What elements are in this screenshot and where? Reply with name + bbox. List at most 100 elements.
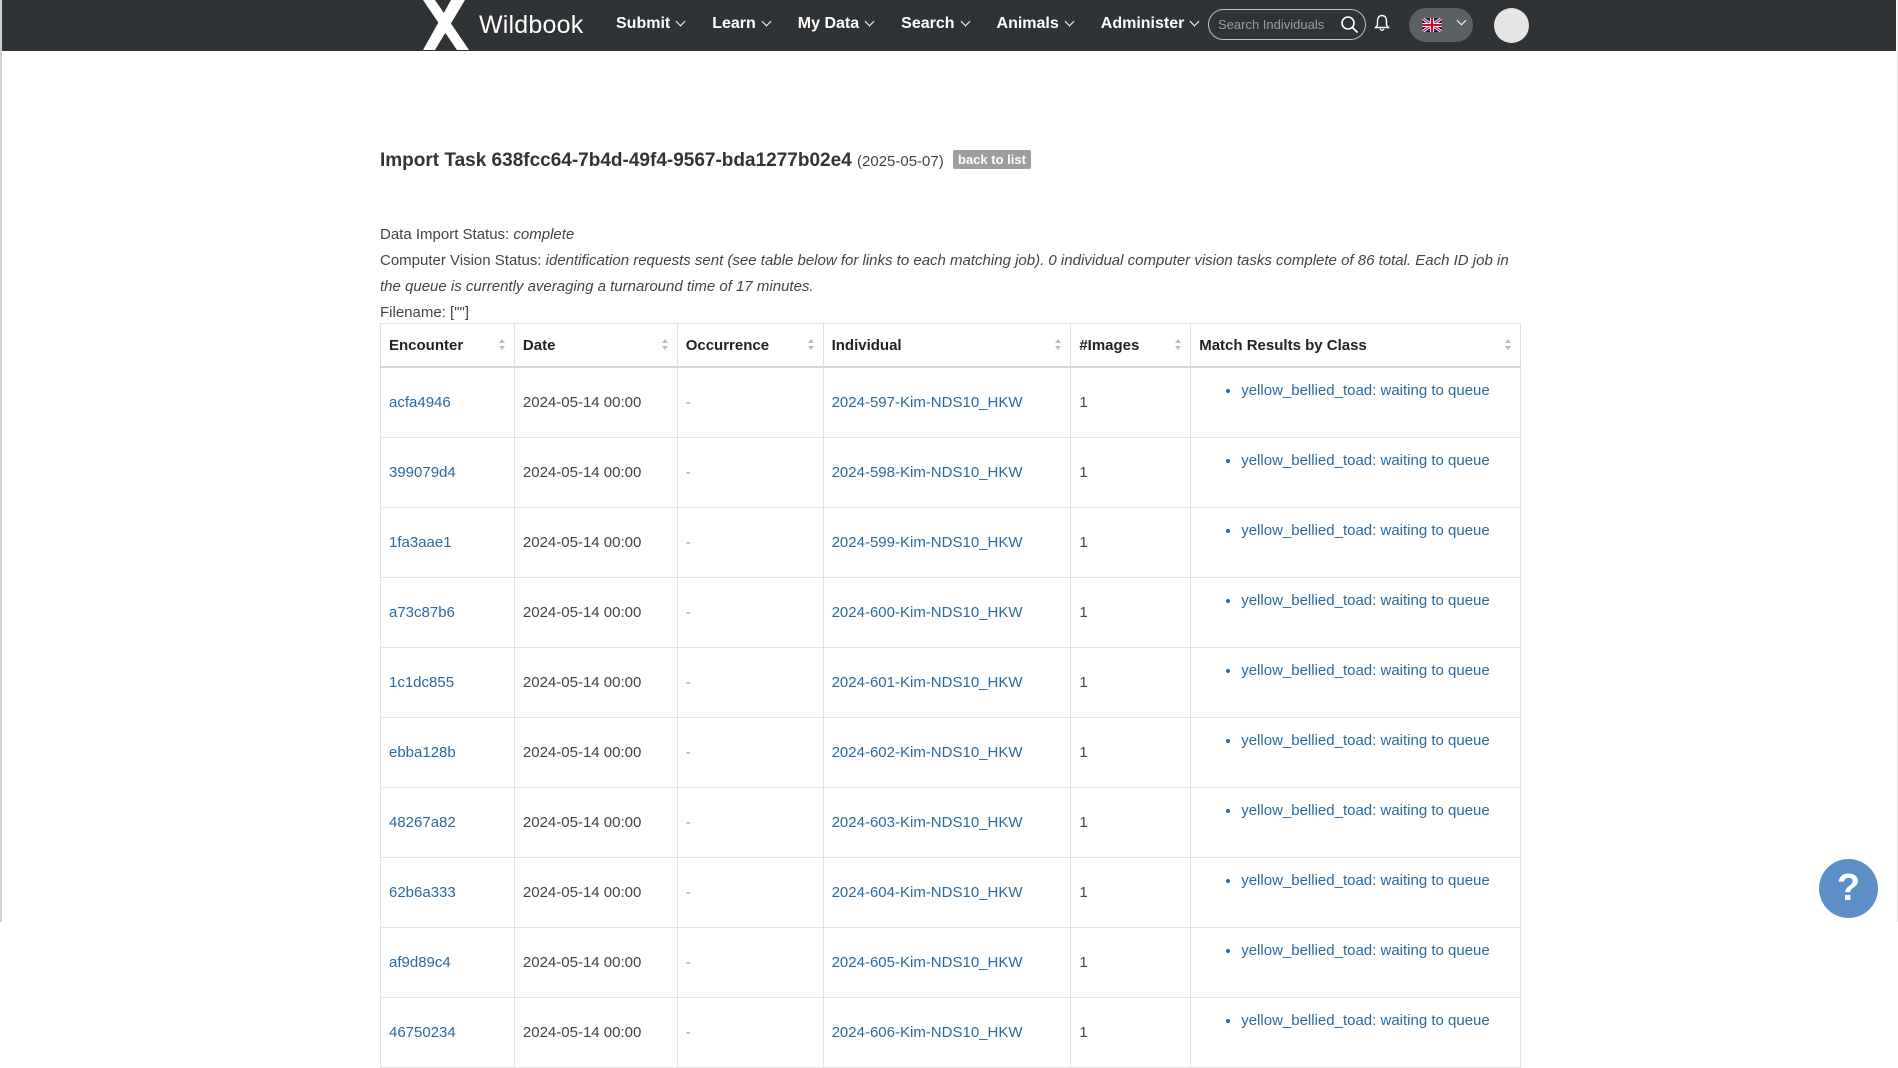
search-icon[interactable] bbox=[1340, 15, 1359, 34]
col-occurrence-label: Occurrence bbox=[685, 336, 770, 354]
sort-icon bbox=[1175, 339, 1182, 351]
chevron-down-icon bbox=[864, 16, 875, 27]
date-cell: 2024-05-14 00:00 bbox=[513, 366, 678, 438]
match-result-link[interactable]: yellow_bellied_toad: waiting to queue bbox=[1241, 942, 1490, 959]
occurrence-cell: - bbox=[676, 647, 824, 718]
individual-link[interactable]: 2024-604-Kim-NDS10_HKW bbox=[832, 884, 1023, 901]
individual-link[interactable]: 2024-603-Kim-NDS10_HKW bbox=[832, 814, 1023, 831]
encounter-link[interactable]: af9d89c4 bbox=[389, 954, 451, 971]
menu-learn[interactable]: Learn bbox=[712, 15, 772, 33]
table-row: af9d89c4 2024-05-14 00:00 - 2024-605-Kim… bbox=[380, 927, 1521, 998]
date-cell: 2024-05-14 00:00 bbox=[513, 927, 678, 998]
table-row: ebba128b 2024-05-14 00:00 - 2024-602-Kim… bbox=[380, 717, 1521, 788]
chevron-down-icon bbox=[960, 16, 970, 27]
images-count-cell: 1 bbox=[1070, 927, 1192, 998]
filename-label: Filename: bbox=[380, 304, 446, 321]
images-count-cell: 1 bbox=[1070, 437, 1192, 508]
individual-link[interactable]: 2024-600-Kim-NDS10_HKW bbox=[832, 604, 1023, 621]
sort-icon bbox=[1505, 339, 1512, 351]
date-cell: 2024-05-14 00:00 bbox=[513, 857, 678, 928]
data-import-status-value: complete bbox=[513, 226, 575, 243]
match-result-link[interactable]: yellow_bellied_toad: waiting to queue bbox=[1241, 1012, 1490, 1029]
individual-link[interactable]: 2024-602-Kim-NDS10_HKW bbox=[832, 744, 1023, 761]
encounter-link[interactable]: ebba128b bbox=[389, 744, 456, 761]
brand-logo[interactable]: Wildbook bbox=[421, 0, 583, 50]
encounter-link[interactable]: 1c1dc855 bbox=[389, 674, 454, 691]
menu-animals-label: Animals bbox=[996, 15, 1059, 32]
images-count-cell: 1 bbox=[1070, 787, 1192, 858]
back-to-list-button[interactable]: back to list bbox=[953, 150, 1031, 169]
table-row: 48267a82 2024-05-14 00:00 - 2024-603-Kim… bbox=[380, 787, 1521, 858]
match-result-link[interactable]: yellow_bellied_toad: waiting to queue bbox=[1241, 732, 1490, 749]
data-import-status-label: Data Import Status: bbox=[380, 226, 510, 243]
images-count-cell: 1 bbox=[1070, 366, 1192, 438]
chevron-down-icon bbox=[1456, 15, 1467, 26]
col-encounter[interactable]: Encounter bbox=[380, 323, 515, 368]
encounter-link[interactable]: 48267a82 bbox=[389, 814, 456, 831]
individual-link[interactable]: 2024-597-Kim-NDS10_HKW bbox=[832, 394, 1023, 411]
menu-search-label: Search bbox=[901, 15, 955, 32]
chevron-down-icon bbox=[1064, 16, 1075, 27]
menu-search[interactable]: Search bbox=[901, 15, 970, 33]
import-task-title: Import Task 638fcc64-7b4d-49f4-9567-bda1… bbox=[380, 150, 852, 171]
match-result-link[interactable]: yellow_bellied_toad: waiting to queue bbox=[1241, 802, 1490, 819]
date-cell: 2024-05-14 00:00 bbox=[513, 647, 678, 718]
match-result-link[interactable]: yellow_bellied_toad: waiting to queue bbox=[1241, 522, 1490, 539]
sort-icon bbox=[807, 339, 815, 351]
table-row: acfa4946 2024-05-14 00:00 - 2024-597-Kim… bbox=[380, 366, 1521, 438]
table-row: 399079d4 2024-05-14 00:00 - 2024-598-Kim… bbox=[380, 437, 1521, 508]
date-cell: 2024-05-14 00:00 bbox=[513, 997, 678, 1068]
menu-my-data[interactable]: My Data bbox=[797, 15, 875, 33]
window-border-left bbox=[0, 0, 2, 922]
user-avatar[interactable] bbox=[1494, 8, 1529, 43]
match-result-link[interactable]: yellow_bellied_toad: waiting to queue bbox=[1241, 592, 1490, 609]
menu-submit-label: Submit bbox=[616, 15, 671, 32]
menu-administer[interactable]: Administer bbox=[1101, 15, 1200, 33]
individual-link[interactable]: 2024-606-Kim-NDS10_HKW bbox=[832, 1024, 1023, 1041]
col-match-results[interactable]: Match Results by Class bbox=[1190, 323, 1521, 368]
individual-link[interactable]: 2024-599-Kim-NDS10_HKW bbox=[832, 534, 1023, 551]
table-header-row: Encounter Date Occurrence Individual #Im… bbox=[380, 323, 1521, 368]
encounter-link[interactable]: acfa4946 bbox=[389, 394, 451, 411]
match-result-link[interactable]: yellow_bellied_toad: waiting to queue bbox=[1241, 662, 1490, 679]
images-count-cell: 1 bbox=[1070, 857, 1192, 928]
computer-vision-status: Computer Vision Status: identification r… bbox=[380, 248, 1520, 300]
images-count-cell: 1 bbox=[1070, 997, 1192, 1068]
table-row: 62b6a333 2024-05-14 00:00 - 2024-604-Kim… bbox=[380, 857, 1521, 928]
individual-link[interactable]: 2024-601-Kim-NDS10_HKW bbox=[832, 674, 1023, 691]
chevron-down-icon bbox=[761, 16, 772, 27]
individual-link[interactable]: 2024-598-Kim-NDS10_HKW bbox=[832, 464, 1023, 481]
occurrence-cell: - bbox=[676, 437, 824, 508]
search-input[interactable] bbox=[1218, 15, 1338, 34]
help-button[interactable]: ? bbox=[1819, 859, 1878, 918]
date-cell: 2024-05-14 00:00 bbox=[513, 787, 678, 858]
encounter-link[interactable]: 46750234 bbox=[389, 1024, 456, 1041]
table-row: 1c1dc855 2024-05-14 00:00 - 2024-601-Kim… bbox=[380, 647, 1521, 718]
match-result-link[interactable]: yellow_bellied_toad: waiting to queue bbox=[1241, 452, 1490, 469]
language-selector[interactable] bbox=[1409, 8, 1473, 42]
col-date[interactable]: Date bbox=[513, 323, 678, 368]
notification-bell-icon[interactable] bbox=[1374, 14, 1390, 32]
encounter-link[interactable]: 62b6a333 bbox=[389, 884, 456, 901]
main-menu: Submit Learn My Data Search Animals Admi… bbox=[616, 0, 1226, 48]
chevron-down-icon bbox=[675, 16, 686, 27]
images-count-cell: 1 bbox=[1070, 507, 1192, 578]
individual-link[interactable]: 2024-605-Kim-NDS10_HKW bbox=[832, 954, 1023, 971]
date-cell: 2024-05-14 00:00 bbox=[513, 577, 678, 648]
top-navbar: Wildbook Submit Learn My Data Search Ani… bbox=[2, 0, 1896, 51]
menu-my-data-label: My Data bbox=[797, 15, 860, 32]
match-result-link[interactable]: yellow_bellied_toad: waiting to queue bbox=[1241, 872, 1490, 889]
cv-status-label: Computer Vision Status: bbox=[380, 252, 542, 269]
menu-animals[interactable]: Animals bbox=[996, 15, 1075, 33]
encounter-link[interactable]: a73c87b6 bbox=[389, 604, 455, 621]
encounters-table: Encounter Date Occurrence Individual #Im… bbox=[380, 323, 1521, 1068]
brand-name: Wildbook bbox=[479, 10, 584, 39]
encounter-link[interactable]: 1fa3aae1 bbox=[389, 534, 452, 551]
col-images[interactable]: #Images bbox=[1070, 323, 1192, 368]
encounter-link[interactable]: 399079d4 bbox=[389, 464, 456, 481]
menu-learn-label: Learn bbox=[712, 15, 756, 32]
col-individual[interactable]: Individual bbox=[822, 323, 1072, 368]
match-result-link[interactable]: yellow_bellied_toad: waiting to queue bbox=[1241, 382, 1490, 399]
col-occurrence[interactable]: Occurrence bbox=[676, 323, 824, 368]
menu-submit[interactable]: Submit bbox=[616, 15, 686, 33]
